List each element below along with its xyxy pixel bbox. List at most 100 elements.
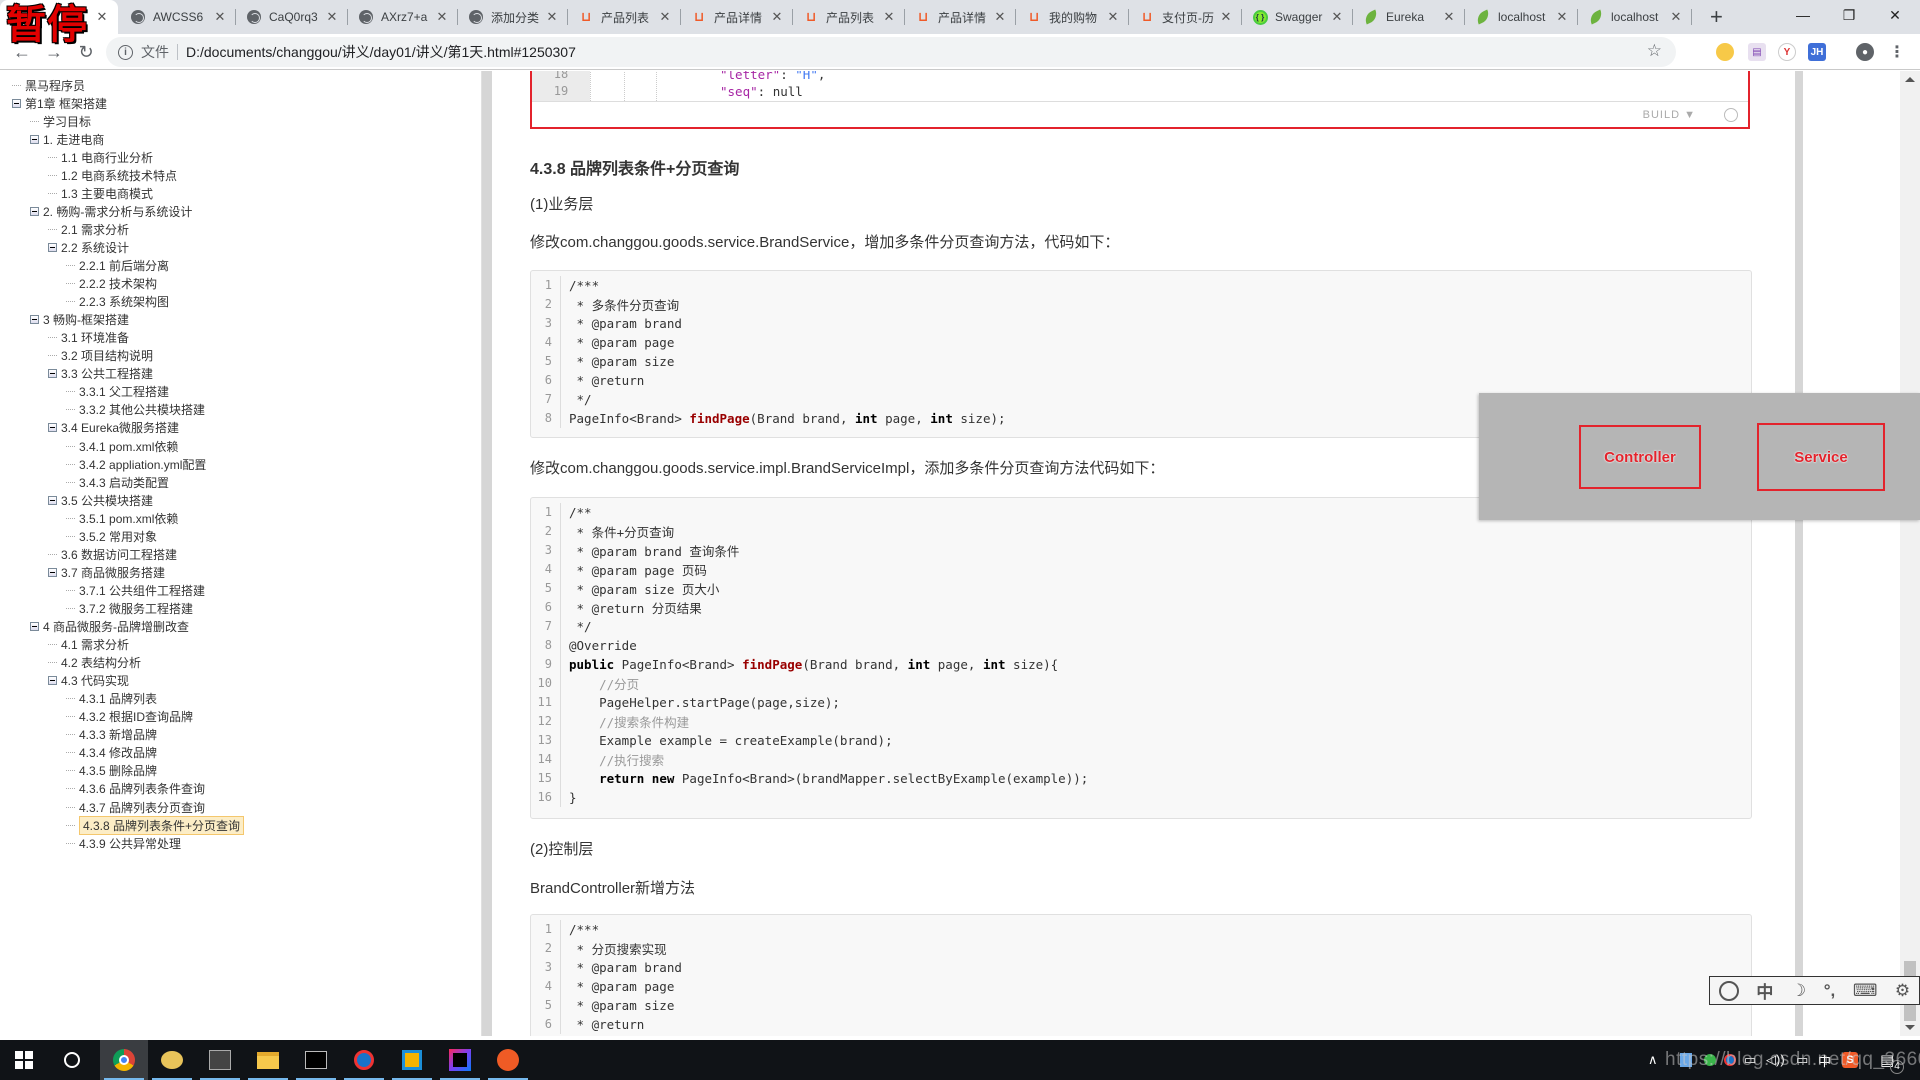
address-bar[interactable]: i 文件 D:/documents/changgou/讲义/day01/讲义/第… (106, 37, 1676, 67)
toc-item[interactable]: 3.3.1 父工程搭建 (66, 383, 169, 401)
taskbar-virtualbox[interactable] (388, 1040, 436, 1080)
tab-close-icon[interactable]: ✕ (1218, 9, 1234, 25)
bookmark-star-icon[interactable]: ☆ (1647, 41, 1662, 61)
ime-halfwidth-icon[interactable]: ☽ (1791, 981, 1806, 1001)
extension-hand-icon[interactable] (1716, 43, 1734, 61)
toc-item[interactable]: 2.1 需求分析 (48, 220, 129, 238)
profile-avatar-icon[interactable]: ● (1856, 43, 1874, 61)
collapse-toggle-icon[interactable] (12, 98, 21, 108)
browser-tab[interactable]: ⊔ 支付页-历 ✕ (1131, 0, 1242, 34)
tab-close-icon[interactable]: ✕ (1554, 9, 1570, 25)
browser-tab[interactable]: ⊔ 产品列表 ✕ (795, 0, 905, 34)
toc-item[interactable]: 3.7.1 公共组件工程搭建 (66, 581, 205, 599)
browser-tab[interactable]: ⊔ 产品列表 ✕ (570, 0, 681, 34)
tab-close-icon[interactable]: ✕ (1105, 9, 1121, 25)
collapse-toggle-icon[interactable] (30, 315, 39, 325)
ime-punctuation-icon[interactable]: °, (1824, 981, 1836, 1001)
toc-item[interactable]: 4.3 代码实现 (48, 672, 129, 690)
tab-close-icon[interactable]: ✕ (657, 9, 673, 25)
browser-tab[interactable]: localhost ✕ (1467, 0, 1578, 34)
toc-item[interactable]: 3.7 商品微服务搭建 (48, 563, 165, 581)
ime-logo-icon[interactable] (1718, 980, 1739, 1001)
collapse-toggle-icon[interactable] (48, 495, 57, 505)
toc-item[interactable]: 1.1 电商行业分析 (48, 148, 153, 166)
browser-tab[interactable]: AWCSS6 ✕ (122, 0, 236, 34)
toc-item[interactable]: 3.4.3 启动类配置 (66, 473, 169, 491)
browser-tab[interactable]: ⊔ 产品详情 ✕ (683, 0, 793, 34)
browser-tab[interactable]: Eureka ✕ (1355, 0, 1465, 34)
collapse-toggle-icon[interactable] (48, 676, 57, 686)
toc-item[interactable]: 4 商品微服务-品牌增删改查 (30, 618, 189, 636)
build-dropdown[interactable]: BUILD ▼ (1643, 109, 1696, 121)
maximize-button[interactable]: ❐ (1826, 0, 1872, 30)
toc-item[interactable]: 3.5.1 pom.xml依赖 (66, 509, 178, 527)
toc-item[interactable]: 学习目标 (30, 112, 91, 130)
browser-tab[interactable]: AXrz7+a ✕ (350, 0, 458, 34)
extension-jh-icon[interactable]: JH (1808, 43, 1826, 61)
toc-item[interactable]: 4.1 需求分析 (48, 636, 129, 654)
toc-item[interactable]: 3.5.2 常用对象 (66, 527, 157, 545)
ime-settings-icon[interactable]: ⚙ (1895, 981, 1910, 1001)
taskbar-file-explorer[interactable] (244, 1040, 292, 1080)
toc-item[interactable]: 4.3.8 品牌列表条件+分页查询 (66, 815, 245, 835)
browser-tab[interactable]: ⊔ 产品详情 ✕ (907, 0, 1016, 34)
tab-close-icon[interactable]: ✕ (212, 9, 228, 25)
toc-item[interactable]: 3.1 环境准备 (48, 329, 129, 347)
tab-close-icon[interactable]: ✕ (94, 9, 110, 25)
toc-item[interactable]: 2.2.1 前后端分离 (66, 257, 169, 275)
tab-close-icon[interactable]: ✕ (1668, 9, 1684, 25)
toc-item[interactable]: 3.6 数据访问工程搭建 (48, 545, 177, 563)
toc-item[interactable]: 2.2.2 技术架构 (66, 275, 157, 293)
url-text[interactable]: D:/documents/changgou/讲义/day01/讲义/第1天.ht… (186, 42, 576, 62)
collapse-toggle-icon[interactable] (30, 206, 39, 216)
extension-y-icon[interactable]: Y (1778, 43, 1796, 61)
collapse-toggle-icon[interactable] (30, 622, 39, 631)
tab-close-icon[interactable]: ✕ (881, 9, 897, 25)
toc-item[interactable]: 2.2 系统设计 (48, 238, 129, 256)
collapse-toggle-icon[interactable] (48, 242, 57, 252)
toc-item[interactable]: 1. 走进电商 (30, 130, 104, 148)
toc-item[interactable]: 1.3 主要电商模式 (48, 184, 153, 202)
tab-close-icon[interactable]: ✕ (324, 9, 340, 25)
tab-close-icon[interactable]: ✕ (1441, 9, 1457, 25)
taskbar-xshell[interactable] (196, 1040, 244, 1080)
toc-item[interactable]: 3.3 公共工程搭建 (48, 365, 153, 383)
taskbar-chrome[interactable] (100, 1040, 148, 1080)
toc-item[interactable]: 3.4.2 appliation.yml配置 (66, 455, 206, 473)
toc-item[interactable]: 4.3.2 根据ID查询品牌 (66, 708, 193, 726)
cortana-button[interactable] (48, 1040, 96, 1080)
taskbar-feiq[interactable] (340, 1040, 388, 1080)
tab-close-icon[interactable]: ✕ (992, 9, 1008, 25)
toc-item[interactable]: 3.4 Eureka微服务搭建 (48, 419, 179, 437)
toc-item[interactable]: 3.3.2 其他公共模块搭建 (66, 401, 205, 419)
browser-tab[interactable]: 添加分类 ✕ (460, 0, 568, 34)
toc-item[interactable]: 4.3.7 品牌列表分页查询 (66, 798, 205, 816)
toc-item[interactable]: 黑马程序员 (12, 76, 85, 94)
collapse-toggle-icon[interactable] (48, 567, 57, 577)
ime-chinese-mode[interactable]: 中 (1756, 978, 1773, 1003)
taskbar-navicat[interactable] (148, 1040, 196, 1080)
toc-item[interactable]: 4.3.1 品牌列表 (66, 690, 157, 708)
toc-item[interactable]: 4.3.5 删除品牌 (66, 762, 157, 780)
toc-item[interactable]: 3.4.1 pom.xml依赖 (66, 437, 178, 455)
tab-close-icon[interactable]: ✕ (1329, 9, 1345, 25)
toc-item[interactable]: 4.2 表结构分析 (48, 654, 141, 672)
collapse-toggle-icon[interactable] (48, 423, 57, 433)
content-splitter[interactable] (1795, 71, 1803, 1036)
toc-item[interactable]: 2.2.3 系统架构图 (66, 293, 169, 311)
start-button[interactable] (0, 1040, 48, 1080)
extension-doc-icon[interactable]: ▤ (1748, 43, 1766, 61)
toc-item[interactable]: 3.2 项目结构说明 (48, 347, 153, 365)
tab-close-icon[interactable]: ✕ (544, 9, 560, 25)
taskbar-intellij[interactable] (436, 1040, 484, 1080)
toc-item[interactable]: 3.5 公共模块搭建 (48, 491, 153, 509)
tab-close-icon[interactable]: ✕ (769, 9, 785, 25)
menu-kebab-icon[interactable]: ⋮ (1888, 43, 1906, 61)
new-tab-button[interactable]: + (1710, 4, 1723, 30)
ime-keyboard-icon[interactable]: ⌨ (1853, 981, 1878, 1001)
collapse-toggle-icon[interactable] (30, 134, 39, 144)
scroll-up-arrow-icon[interactable] (1905, 77, 1915, 82)
toc-item[interactable]: 4.3.6 品牌列表条件查询 (66, 780, 205, 798)
toc-item[interactable]: 2. 畅购-需求分析与系统设计 (30, 202, 192, 220)
toc-item[interactable]: 第1章 框架搭建 (12, 94, 107, 112)
